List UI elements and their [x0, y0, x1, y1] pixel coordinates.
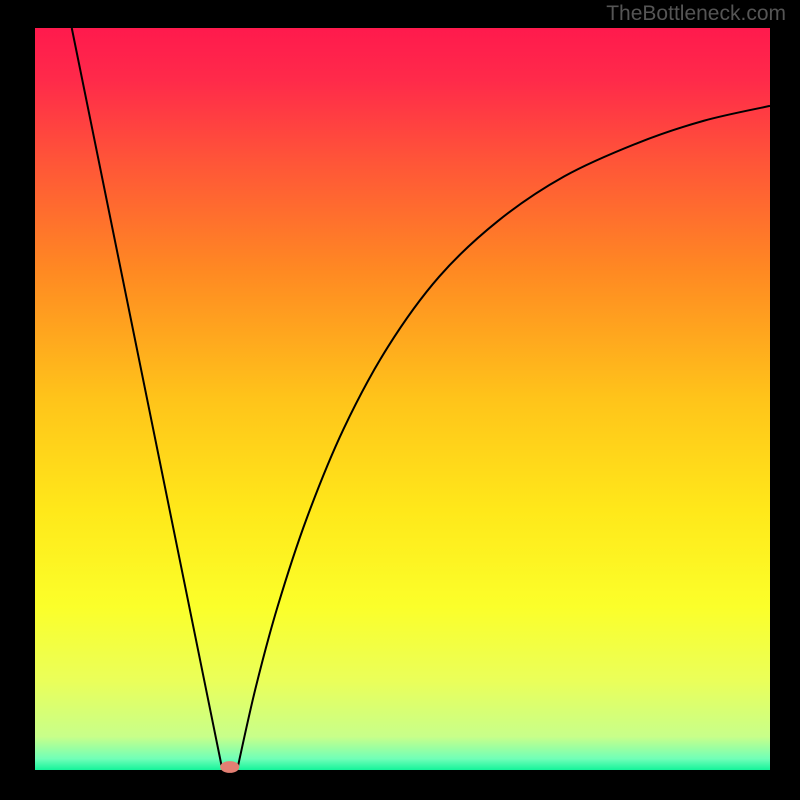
watermark-text: TheBottleneck.com	[606, 2, 786, 26]
plot-gradient	[35, 28, 770, 770]
optimum-marker	[220, 761, 239, 773]
chart-svg	[0, 0, 800, 800]
chart-container: TheBottleneck.com	[0, 0, 800, 800]
